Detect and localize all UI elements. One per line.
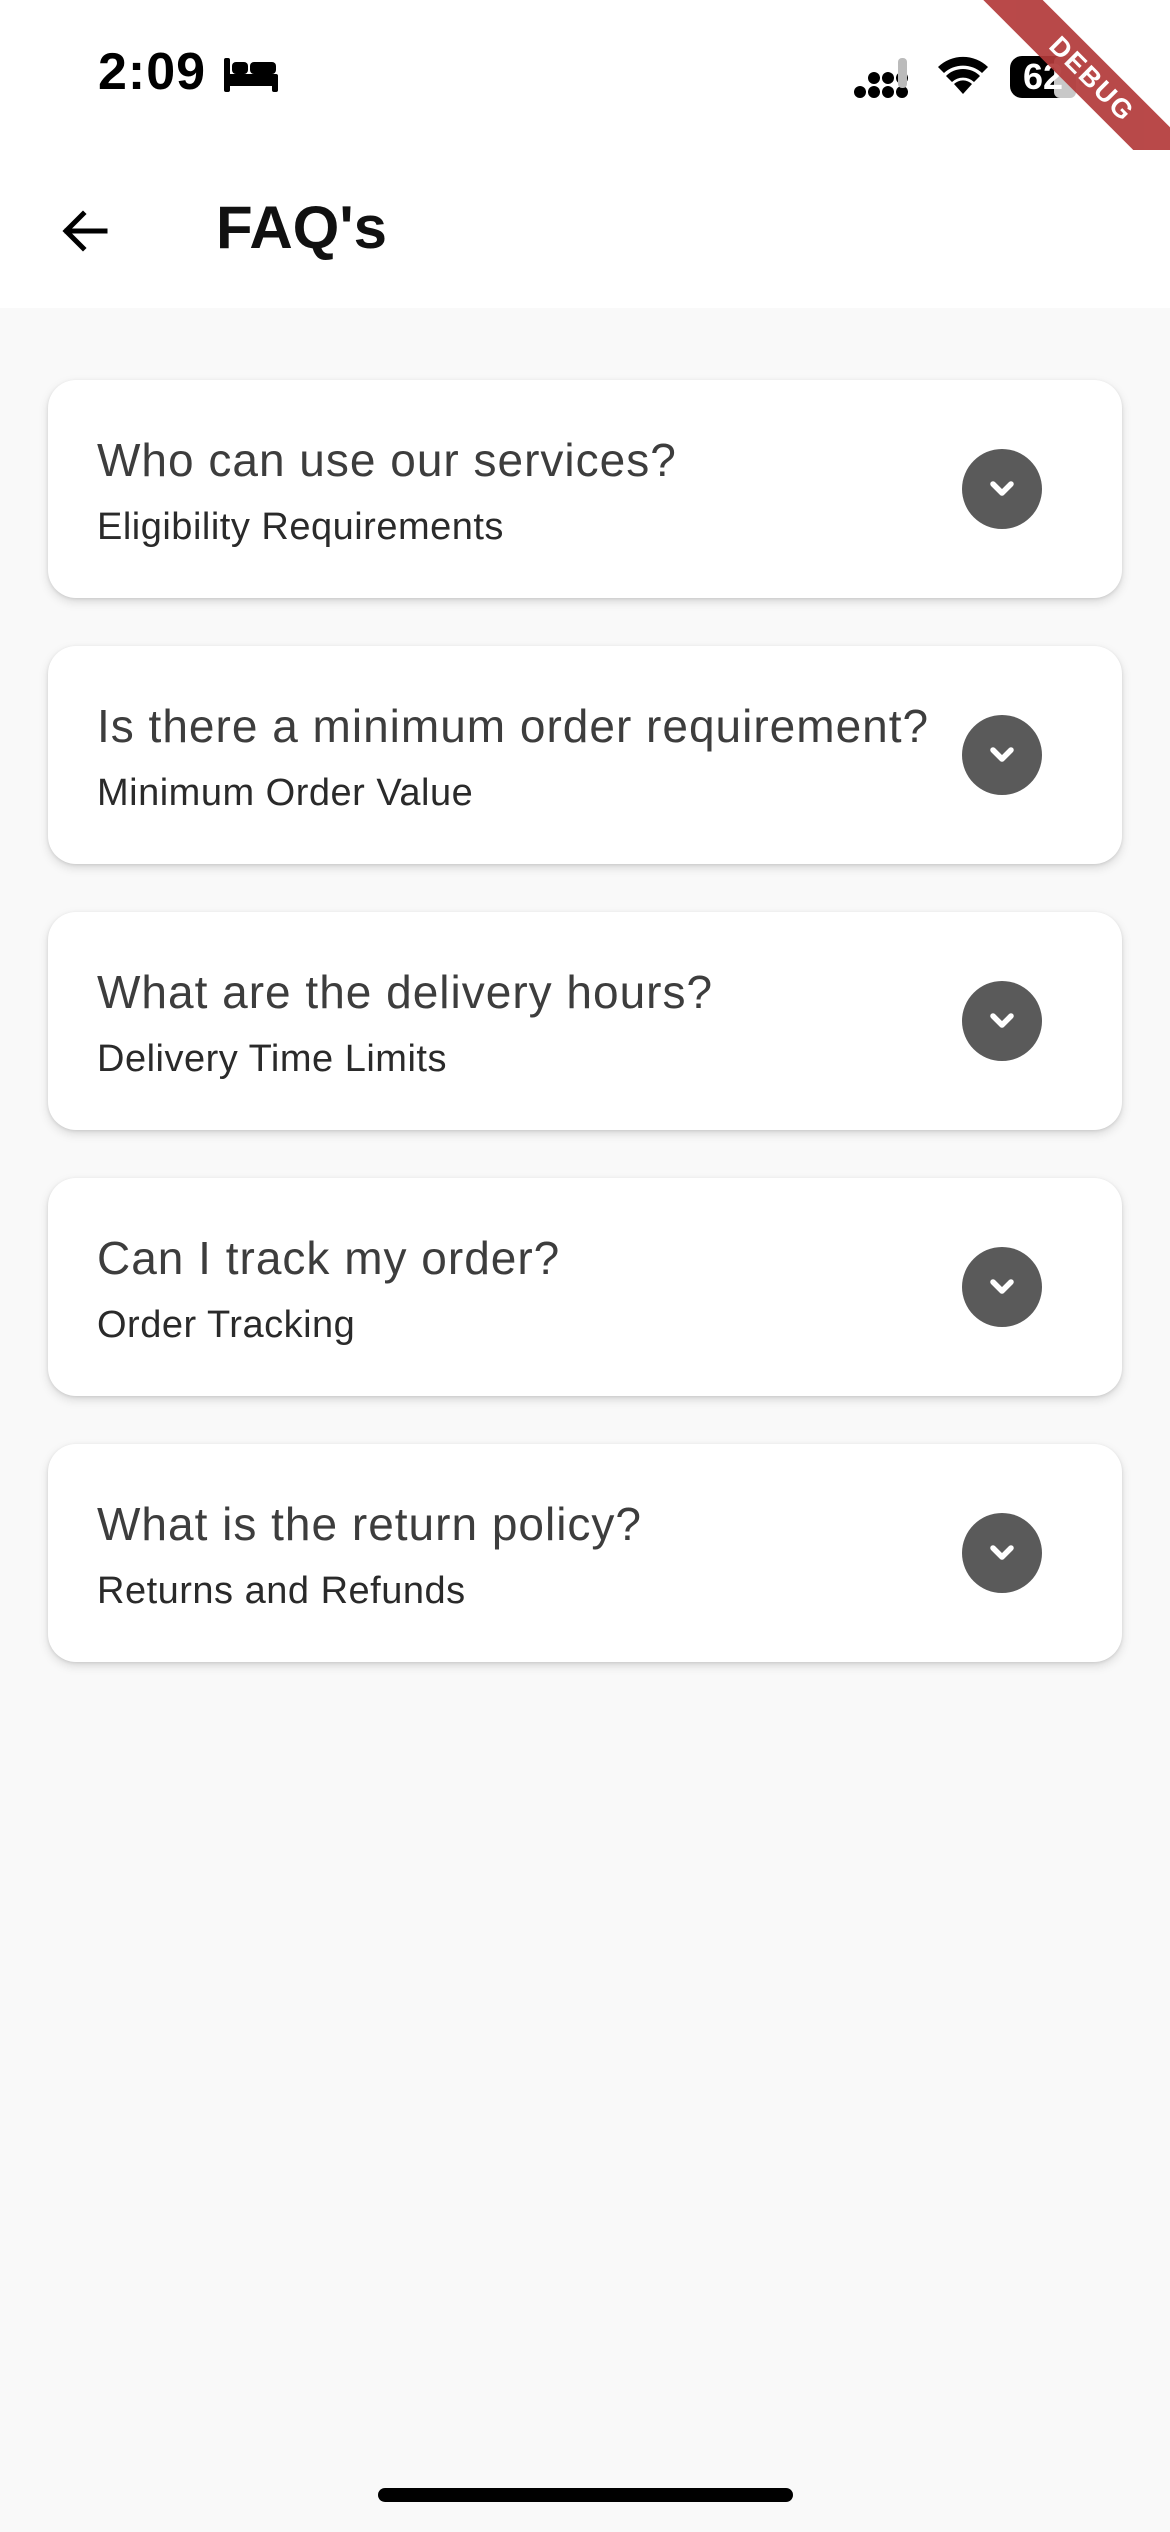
back-button[interactable]	[40, 186, 130, 276]
faq-item[interactable]: Who can use our services? Eligibility Re…	[48, 380, 1122, 598]
faq-subtitle: Returns and Refunds	[97, 1570, 466, 1612]
faq-item[interactable]: Can I track my order? Order Tracking	[48, 1178, 1122, 1396]
faq-subtitle: Order Tracking	[97, 1304, 356, 1346]
faq-question: What are the delivery hours?	[97, 966, 714, 1018]
app-bar: FAQ's	[0, 150, 1170, 308]
chevron-down-icon[interactable]	[962, 449, 1042, 529]
faq-item[interactable]: What is the return policy? Returns and R…	[48, 1444, 1122, 1662]
signal-icon	[854, 58, 908, 98]
faq-subtitle: Eligibility Requirements	[97, 506, 504, 548]
faq-question: What is the return policy?	[97, 1498, 643, 1550]
home-indicator[interactable]	[378, 2488, 793, 2502]
battery-level: 62	[1022, 56, 1064, 97]
status-bar: 2:09 62	[0, 0, 1170, 150]
faq-subtitle: Minimum Order Value	[97, 772, 474, 814]
chevron-down-icon[interactable]	[962, 981, 1042, 1061]
page-title: FAQ's	[216, 194, 387, 261]
chevron-down-icon[interactable]	[962, 715, 1042, 795]
faq-subtitle: Delivery Time Limits	[97, 1038, 447, 1080]
faq-item[interactable]: What are the delivery hours? Delivery Ti…	[48, 912, 1122, 1130]
wifi-icon	[938, 56, 988, 94]
faq-list: Who can use our services? Eligibility Re…	[48, 380, 1122, 1710]
faq-question: Is there a minimum order requirement?	[97, 700, 930, 752]
arrow-left-icon	[62, 210, 108, 252]
faq-item[interactable]: Is there a minimum order requirement? Mi…	[48, 646, 1122, 864]
status-time: 2:09	[98, 43, 207, 101]
faq-question: Who can use our services?	[97, 434, 677, 486]
chevron-down-icon[interactable]	[962, 1247, 1042, 1327]
bed-icon	[224, 58, 278, 92]
chevron-down-icon[interactable]	[962, 1513, 1042, 1593]
faq-question: Can I track my order?	[97, 1232, 561, 1284]
